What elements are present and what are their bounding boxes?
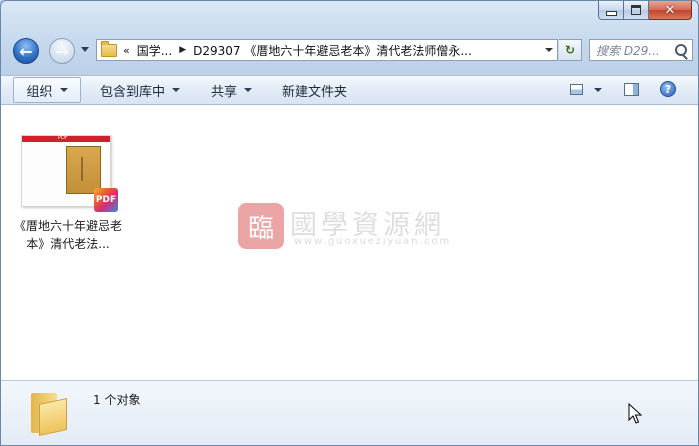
- watermark-url: www.guoxueziyuan.com: [294, 236, 451, 247]
- preview-pane-icon[interactable]: [624, 83, 639, 96]
- explorer-window: ✕ ← → « 国学... ▶ D29307 《厝地六十年避忌老本》清代老法师僧…: [0, 0, 699, 446]
- watermark-seal-glyph: 臨: [247, 213, 274, 244]
- address-bar[interactable]: « 国学... ▶ D29307 《厝地六十年避忌老本》清代老法师僧永...: [96, 39, 558, 61]
- share-button[interactable]: 共享: [211, 76, 253, 104]
- forward-button[interactable]: →: [49, 38, 75, 64]
- hidden-path-chevron[interactable]: «: [123, 44, 130, 57]
- pdf-icon: PDF: [94, 188, 118, 212]
- back-button[interactable]: ←: [13, 38, 39, 64]
- organize-button[interactable]: 组织: [13, 77, 81, 103]
- back-arrow-icon: ←: [19, 41, 33, 61]
- new-folder-button[interactable]: 新建文件夹: [282, 76, 347, 104]
- change-view-icon[interactable]: [570, 84, 583, 95]
- close-button[interactable]: ✕: [649, 1, 692, 20]
- chevron-down-icon: [244, 88, 253, 92]
- watermark: 臨 國學資源網 www.guoxueziyuan.com: [238, 203, 478, 253]
- close-icon: ✕: [664, 2, 676, 18]
- organize-label: 组织: [26, 84, 53, 100]
- command-bar: 组织 包含到库中 共享 新建文件夹 ?: [1, 75, 698, 105]
- new-folder-label: 新建文件夹: [282, 84, 348, 100]
- file-name: 《厝地六十年避忌老本》清代老法...: [13, 219, 122, 251]
- details-pane: 1 个对象: [1, 380, 698, 445]
- folder-icon: [101, 40, 117, 57]
- help-glyph: ?: [664, 82, 672, 96]
- minimize-button[interactable]: [598, 1, 624, 20]
- search-icon[interactable]: [675, 44, 687, 56]
- breadcrumb-separator-icon[interactable]: ▶: [179, 45, 186, 55]
- caption-buttons: ✕: [598, 1, 692, 20]
- item-count: 1 个对象: [93, 393, 141, 407]
- help-icon[interactable]: ?: [660, 81, 676, 97]
- refresh-button[interactable]: ↻: [559, 39, 582, 61]
- share-label: 共享: [211, 84, 238, 100]
- watermark-seal-icon: 臨: [238, 203, 284, 249]
- file-item[interactable]: PDF PDF 《厝地六十年避忌老本》清代老法...: [11, 135, 125, 253]
- chevron-down-icon: [59, 88, 68, 92]
- breadcrumb-current[interactable]: D29307 《厝地六十年避忌老本》清代老法师僧永...: [193, 42, 472, 59]
- maximize-icon: [631, 5, 641, 15]
- pdf-badge-label: PDF: [95, 195, 117, 205]
- thumbnail-header-text: PDF: [58, 135, 68, 141]
- view-options-dropdown-icon[interactable]: [594, 88, 602, 92]
- maximize-button[interactable]: [624, 1, 649, 20]
- pdf-thumbnail: PDF PDF: [21, 135, 118, 212]
- minimize-icon: [605, 10, 617, 16]
- forward-arrow-icon: →: [55, 41, 69, 61]
- search-placeholder: 搜索 D29...: [596, 43, 660, 58]
- recent-pages-dropdown[interactable]: [81, 47, 89, 52]
- refresh-icon: ↻: [564, 43, 576, 57]
- file-list-pane[interactable]: PDF PDF 《厝地六十年避忌老本》清代老法... 臨 國學資源網 www.g…: [1, 105, 698, 380]
- address-dropdown-icon[interactable]: [545, 48, 553, 52]
- chevron-down-icon: [172, 88, 181, 92]
- breadcrumb-root[interactable]: 国学...: [137, 42, 172, 59]
- include-in-library-button[interactable]: 包含到库中: [100, 76, 181, 104]
- mouse-cursor-icon: [628, 403, 642, 424]
- book-cover-image: [66, 146, 101, 194]
- search-input[interactable]: 搜索 D29...: [589, 39, 693, 61]
- folder-icon: [31, 393, 67, 436]
- include-in-library-label: 包含到库中: [100, 84, 166, 100]
